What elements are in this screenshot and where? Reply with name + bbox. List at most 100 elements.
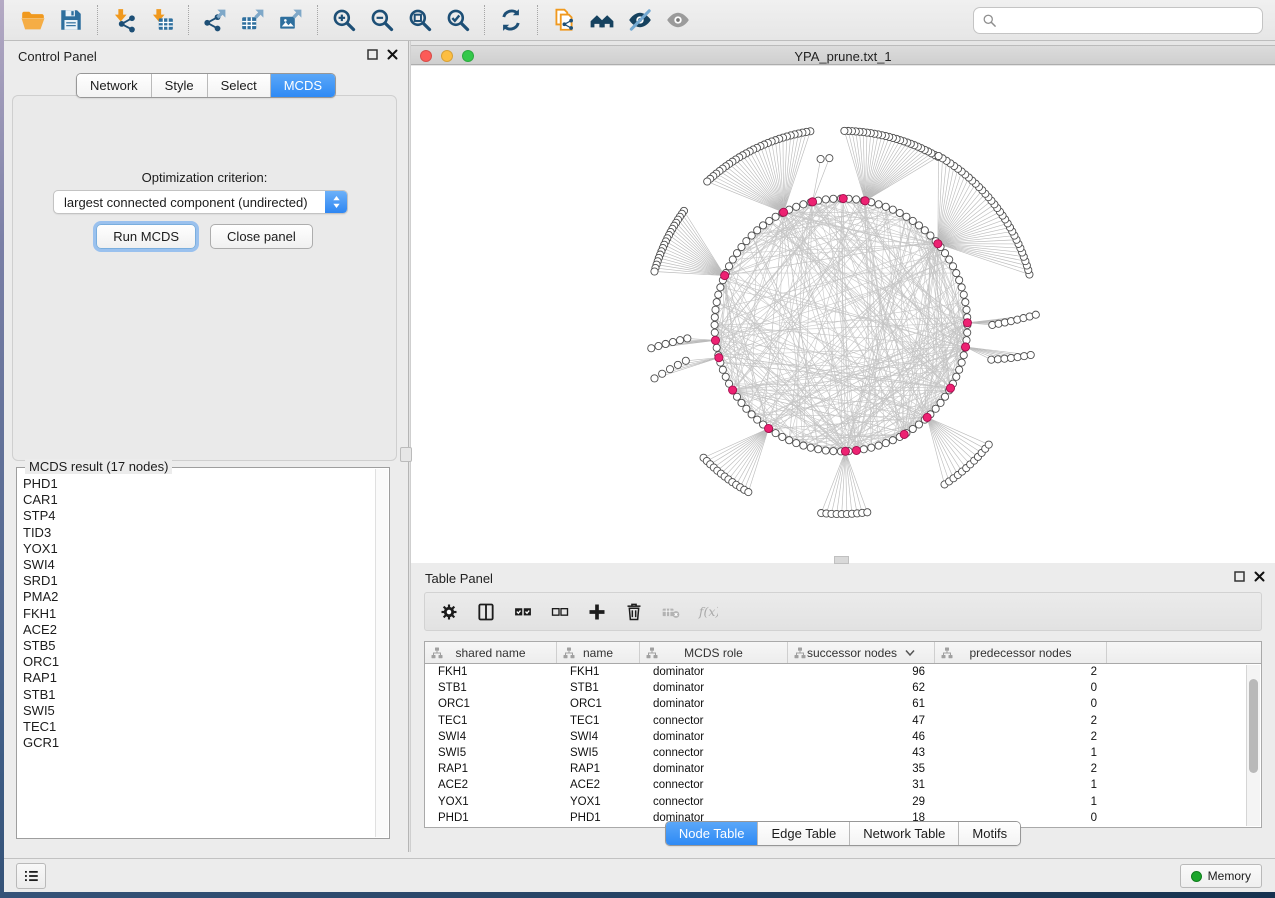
- mcds-result-item[interactable]: SRD1: [23, 573, 374, 589]
- mcds-result-scrollbar[interactable]: [375, 469, 388, 837]
- control-tab-mcds[interactable]: MCDS: [271, 74, 335, 97]
- select-all-columns-button[interactable]: [507, 597, 538, 627]
- zoom-selected-button[interactable]: [439, 3, 477, 37]
- table-settings-button[interactable]: [433, 597, 464, 627]
- table-tab-edge-table[interactable]: Edge Table: [758, 822, 850, 845]
- search-box[interactable]: [973, 7, 1263, 34]
- table-panel: Table Panel f(x) shared namenameMCDS rol…: [411, 563, 1275, 852]
- show-all-button[interactable]: [659, 3, 697, 37]
- table-row[interactable]: SWI4SWI4dominator462: [425, 729, 1246, 745]
- mcds-result-item[interactable]: FKH1: [23, 606, 374, 622]
- export-table-button[interactable]: [234, 3, 272, 37]
- zoom-out-button[interactable]: [363, 3, 401, 37]
- column-header-name[interactable]: name: [557, 642, 640, 663]
- mcds-result-item[interactable]: YOX1: [23, 541, 374, 557]
- split-panel-button[interactable]: [470, 597, 501, 627]
- network-canvas[interactable]: [411, 66, 1275, 563]
- hide-selected-button[interactable]: [621, 3, 659, 37]
- table-row[interactable]: ORC1ORC1dominator610: [425, 696, 1246, 712]
- table-cell: RAP1: [425, 763, 557, 775]
- close-panel-button[interactable]: Close panel: [210, 224, 313, 249]
- table-cell: SWI5: [425, 747, 557, 759]
- table-cell: 2: [935, 763, 1107, 775]
- close-panel-icon[interactable]: [387, 49, 398, 60]
- horizontal-splitter-handle[interactable]: [834, 556, 849, 564]
- table-row[interactable]: TEC1TEC1connector472: [425, 713, 1246, 729]
- memory-status-icon: [1191, 871, 1202, 882]
- delete-columns-button[interactable]: [618, 597, 649, 627]
- control-tab-style[interactable]: Style: [152, 74, 208, 97]
- column-header-MCDS-role[interactable]: MCDS role: [640, 642, 788, 663]
- table-row[interactable]: SWI5SWI5connector431: [425, 745, 1246, 761]
- optimization-criterion-label: Optimization criterion:: [13, 170, 396, 185]
- add-column-button[interactable]: [581, 597, 612, 627]
- table-row[interactable]: RAP1RAP1dominator352: [425, 761, 1246, 777]
- table-row[interactable]: ACE2ACE2connector311: [425, 777, 1246, 793]
- mcds-result-item[interactable]: SWI4: [23, 557, 374, 573]
- export-network-button[interactable]: [196, 3, 234, 37]
- attribute-type-icon: [941, 647, 953, 659]
- float-table-panel-icon[interactable]: [1234, 571, 1245, 582]
- criterion-dropdown-value: largest connected component (undirected): [54, 195, 325, 210]
- table-scrollbar[interactable]: [1246, 665, 1260, 826]
- mcds-result-item[interactable]: PHD1: [23, 476, 374, 492]
- mcds-result-item[interactable]: ORC1: [23, 654, 374, 670]
- mcds-result-list[interactable]: PHD1CAR1STP4TID3YOX1SWI4SRD1PMA2FKH1ACE2…: [23, 476, 374, 836]
- network-window-titlebar[interactable]: YPA_prune.txt_1: [411, 45, 1275, 65]
- mcds-result-item[interactable]: CAR1: [23, 492, 374, 508]
- unselect-all-columns-button[interactable]: [544, 597, 575, 627]
- mcds-result-item[interactable]: TID3: [23, 525, 374, 541]
- mcds-result-item[interactable]: GCR1: [23, 735, 374, 751]
- first-neighbors-button[interactable]: [583, 3, 621, 37]
- vertical-splitter-handle[interactable]: [400, 447, 412, 462]
- control-tab-network[interactable]: Network: [77, 74, 152, 97]
- mcds-result-item[interactable]: PMA2: [23, 589, 374, 605]
- column-header-successor-nodes[interactable]: successor nodes: [788, 642, 935, 663]
- table-row[interactable]: STB1STB1dominator620: [425, 680, 1246, 696]
- delete-columns-icon: [624, 602, 644, 622]
- table-tab-network-table[interactable]: Network Table: [850, 822, 959, 845]
- zoom-in-button[interactable]: [325, 3, 363, 37]
- table-row[interactable]: FKH1FKH1dominator962: [425, 664, 1246, 680]
- export-image-button[interactable]: [272, 3, 310, 37]
- mcds-result-item[interactable]: SWI5: [23, 703, 374, 719]
- control-tab-select[interactable]: Select: [208, 74, 271, 97]
- table-scrollbar-thumb[interactable]: [1249, 679, 1258, 772]
- column-header-label: successor nodes: [807, 646, 897, 660]
- search-input[interactable]: [1003, 13, 1254, 28]
- select-all-columns-icon: [513, 602, 533, 622]
- attribute-type-icon: [563, 647, 575, 659]
- save-session-button[interactable]: [52, 3, 90, 37]
- refresh-view-button[interactable]: [492, 3, 530, 37]
- column-header-label: shared name: [455, 646, 525, 660]
- column-header-shared-name[interactable]: shared name: [425, 642, 557, 663]
- mcds-result-item[interactable]: RAP1: [23, 670, 374, 686]
- control-panel: Control Panel NetworkStyleSelectMCDS Opt…: [4, 41, 408, 852]
- toolbar-separator: [97, 5, 98, 35]
- mcds-result-item[interactable]: TEC1: [23, 719, 374, 735]
- column-header-label: name: [583, 646, 613, 660]
- float-panel-icon[interactable]: [367, 49, 378, 60]
- close-table-panel-icon[interactable]: [1254, 571, 1265, 582]
- import-network-button[interactable]: [105, 3, 143, 37]
- zoom-fit-button[interactable]: [401, 3, 439, 37]
- run-mcds-button[interactable]: Run MCDS: [96, 224, 196, 249]
- table-row[interactable]: YOX1YOX1connector291: [425, 794, 1246, 810]
- column-header-predecessor-nodes[interactable]: predecessor nodes: [935, 642, 1107, 663]
- criterion-dropdown[interactable]: largest connected component (undirected): [53, 190, 348, 214]
- task-history-button[interactable]: [16, 863, 46, 889]
- clone-network-button[interactable]: [545, 3, 583, 37]
- memory-button[interactable]: Memory: [1180, 864, 1262, 888]
- open-session-button[interactable]: [14, 3, 52, 37]
- attribute-type-icon: [431, 647, 443, 659]
- mcds-result-item[interactable]: STB5: [23, 638, 374, 654]
- import-table-button[interactable]: [143, 3, 181, 37]
- mcds-result-item[interactable]: STP4: [23, 508, 374, 524]
- mcds-result-item[interactable]: ACE2: [23, 622, 374, 638]
- table-tab-node-table[interactable]: Node Table: [666, 822, 759, 845]
- table-cell: connector: [640, 715, 788, 727]
- table-tab-motifs[interactable]: Motifs: [959, 822, 1020, 845]
- table-cell: RAP1: [557, 763, 640, 775]
- mcds-result-item[interactable]: STB1: [23, 687, 374, 703]
- table-cell: 1: [935, 796, 1107, 808]
